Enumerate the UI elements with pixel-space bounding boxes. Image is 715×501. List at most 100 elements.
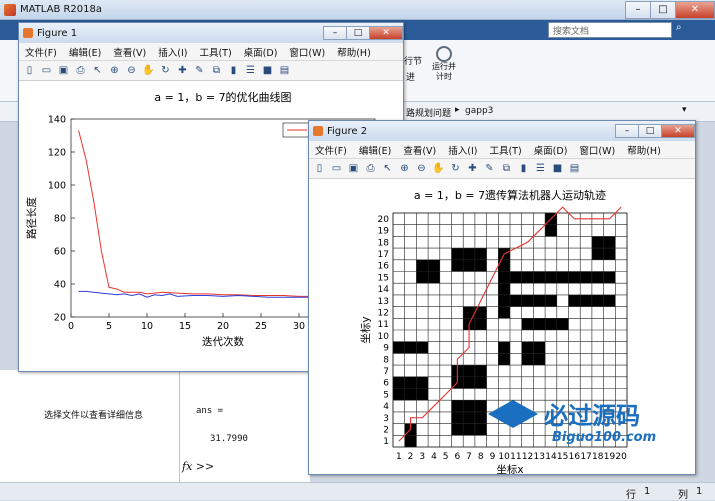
menu-edit[interactable]: 编辑(E) xyxy=(353,143,397,157)
menu-edit[interactable]: 编辑(E) xyxy=(63,45,107,59)
minimize-button[interactable]: – xyxy=(615,124,639,138)
y-axis-label: 坐标y xyxy=(360,316,372,343)
path-dropdown-icon[interactable]: ▾ xyxy=(682,105,687,115)
link-icon[interactable]: ⧉ xyxy=(500,162,513,175)
print-icon[interactable]: ⎙ xyxy=(74,64,87,77)
menu-tools[interactable]: 工具(T) xyxy=(483,143,527,157)
menu-insert[interactable]: 插入(I) xyxy=(152,45,193,59)
menu-view[interactable]: 查看(V) xyxy=(107,45,152,59)
rotate-icon[interactable]: ↻ xyxy=(159,64,172,77)
menu-view[interactable]: 查看(V) xyxy=(397,143,442,157)
run-and-time-button[interactable]: 运行并 计时 xyxy=(428,46,460,90)
save-icon[interactable]: ▣ xyxy=(347,162,360,175)
x-tick-label: 19 xyxy=(604,452,616,462)
brush-icon[interactable]: ✎ xyxy=(483,162,496,175)
pointer-icon[interactable]: ↖ xyxy=(91,64,104,77)
path-folder[interactable]: gapp3 xyxy=(465,106,493,116)
maximize-button[interactable]: □ xyxy=(638,124,662,138)
figure-1-toolbar: ▯ ▭ ▣ ⎙ ↖ ⊕ ⊖ ✋ ↻ ✚ ✎ ⧉ ▮ ☰ ■ ▤ xyxy=(19,61,403,81)
data-cursor-icon[interactable]: ✚ xyxy=(466,162,479,175)
legend-icon[interactable]: ☰ xyxy=(534,162,547,175)
maximize-button[interactable]: □ xyxy=(650,0,676,19)
x-tick-label: 20 xyxy=(615,452,627,462)
zoom-out-icon[interactable]: ⊖ xyxy=(125,64,138,77)
close-button[interactable]: ✕ xyxy=(675,0,715,19)
pan-icon[interactable]: ✋ xyxy=(142,64,155,77)
obstacle-cell xyxy=(580,271,592,284)
new-figure-icon[interactable]: ▯ xyxy=(313,162,326,175)
obstacle-cell xyxy=(580,294,592,307)
y-tick-label: 20 xyxy=(54,313,66,324)
obstacle-cell xyxy=(521,318,534,330)
x-tick-label: 11 xyxy=(510,452,521,462)
menu-desktop[interactable]: 桌面(D) xyxy=(528,143,574,157)
path-segment[interactable]: 路规划问题 xyxy=(406,106,451,119)
menu-file[interactable]: 文件(F) xyxy=(19,45,63,59)
y-tick-label: 15 xyxy=(378,273,389,283)
obstacle-cell xyxy=(451,259,464,272)
obstacle-cell xyxy=(603,294,616,307)
obstacle-cell xyxy=(393,376,405,389)
data-cursor-icon[interactable]: ✚ xyxy=(176,64,189,77)
x-tick-label: 16 xyxy=(569,452,581,462)
hide-tools-icon[interactable]: ■ xyxy=(261,64,274,77)
pointer-icon[interactable]: ↖ xyxy=(381,162,394,175)
brush-icon[interactable]: ✎ xyxy=(193,64,206,77)
link-icon[interactable]: ⧉ xyxy=(210,64,223,77)
x-tick-label: 12 xyxy=(522,452,533,462)
obstacle-cell xyxy=(603,248,616,260)
x-tick-label: 14 xyxy=(545,452,557,462)
menu-window[interactable]: 窗口(W) xyxy=(283,45,331,59)
obstacle-cell xyxy=(451,423,464,436)
y-tick-label: 19 xyxy=(378,227,390,237)
colorbar-icon[interactable]: ▮ xyxy=(517,162,530,175)
hide-tools-icon[interactable]: ■ xyxy=(551,162,564,175)
menu-insert[interactable]: 插入(I) xyxy=(442,143,483,157)
open-file-icon[interactable]: ▭ xyxy=(40,64,53,77)
zoom-out-icon[interactable]: ⊖ xyxy=(415,162,428,175)
menu-help[interactable]: 帮助(H) xyxy=(331,45,377,59)
dock-icon[interactable]: ▤ xyxy=(568,162,581,175)
close-button[interactable]: ✕ xyxy=(369,26,403,40)
x-tick-label: 0 xyxy=(68,321,74,332)
legend-icon[interactable]: ☰ xyxy=(244,64,257,77)
menu-window[interactable]: 窗口(W) xyxy=(573,143,621,157)
print-icon[interactable]: ⎙ xyxy=(364,162,377,175)
maximize-button[interactable]: □ xyxy=(346,26,370,40)
obstacle-cell xyxy=(393,388,405,401)
menu-tools[interactable]: 工具(T) xyxy=(193,45,237,59)
new-figure-icon[interactable]: ▯ xyxy=(23,64,36,77)
obstacle-cell xyxy=(545,224,557,237)
save-icon[interactable]: ▣ xyxy=(57,64,70,77)
minimize-button[interactable]: – xyxy=(625,0,651,19)
status-row-label: 行 xyxy=(626,490,636,501)
zoom-in-icon[interactable]: ⊕ xyxy=(398,162,411,175)
figure-1-titlebar[interactable]: Figure 1 – □ ✕ xyxy=(19,23,403,43)
minimize-button[interactable]: – xyxy=(323,26,347,40)
watermark: 必过源码 Biguo100.com xyxy=(488,396,688,452)
open-file-icon[interactable]: ▭ xyxy=(330,162,343,175)
x-tick-label: 4 xyxy=(431,452,437,462)
rotate-icon[interactable]: ↻ xyxy=(449,162,462,175)
search-icon[interactable]: ⌕ xyxy=(676,22,682,33)
obstacle-cell xyxy=(474,248,487,260)
watermark-url: Biguo100.com xyxy=(552,430,657,445)
figure-2-titlebar[interactable]: Figure 2 – □ ✕ xyxy=(309,121,695,141)
command-prompt[interactable]: fx >> xyxy=(182,460,214,473)
menu-help[interactable]: 帮助(H) xyxy=(621,143,667,157)
dock-icon[interactable]: ▤ xyxy=(278,64,291,77)
menu-file[interactable]: 文件(F) xyxy=(309,143,353,157)
menu-desktop[interactable]: 桌面(D) xyxy=(238,45,284,59)
y-tick-label: 14 xyxy=(378,285,390,295)
search-input[interactable]: 搜索文档 xyxy=(548,22,672,38)
colorbar-icon[interactable]: ▮ xyxy=(227,64,240,77)
matlab-window-title: MATLAB R2018a xyxy=(20,4,103,15)
ribbon-run-section-label: 行节 xyxy=(404,57,423,67)
obstacle-cell xyxy=(521,271,534,284)
command-window[interactable]: ans = 31.7990 fx >> xyxy=(180,370,310,482)
close-button[interactable]: ✕ xyxy=(661,124,695,138)
obstacle-cell xyxy=(463,365,475,377)
y-tick-label: 40 xyxy=(54,280,66,291)
pan-icon[interactable]: ✋ xyxy=(432,162,445,175)
zoom-in-icon[interactable]: ⊕ xyxy=(108,64,121,77)
